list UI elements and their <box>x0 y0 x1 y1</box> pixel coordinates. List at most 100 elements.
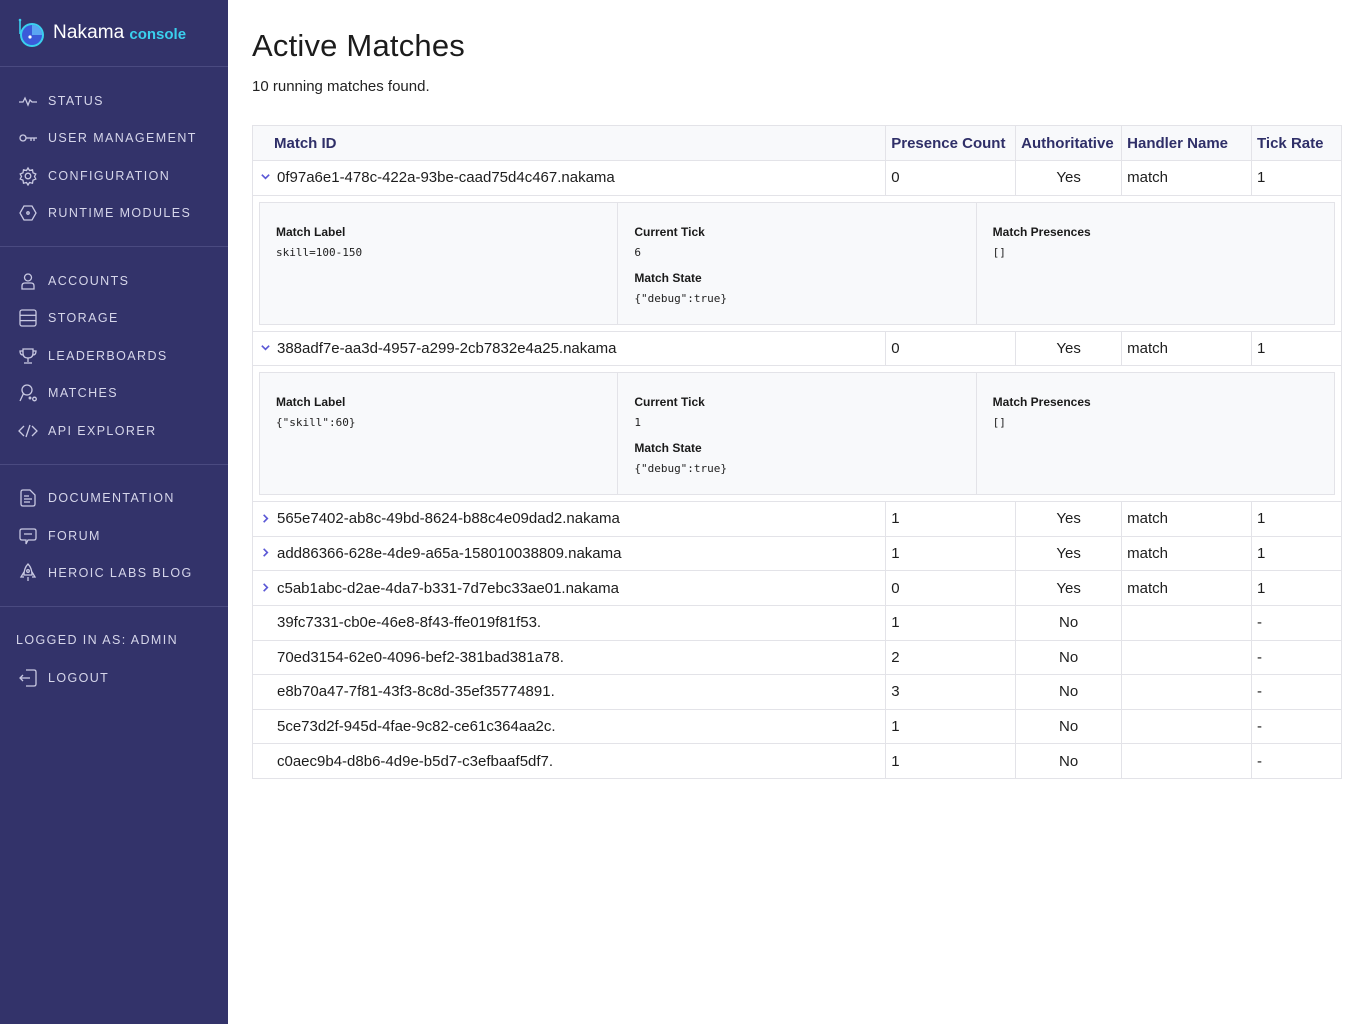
user-icon <box>18 271 38 291</box>
tick-rate-cell: 1 <box>1251 501 1342 537</box>
match-presences-value: [] <box>992 416 1006 430</box>
code-icon <box>18 421 38 441</box>
key-icon <box>18 128 38 148</box>
authoritative-cell: Yes <box>1015 160 1123 196</box>
match-id: 0f97a6e1-478c-422a-93be-caad75d4c467.nak… <box>277 169 615 187</box>
match-id-cell[interactable]: 0f97a6e1-478c-422a-93be-caad75d4c467.nak… <box>251 160 887 196</box>
tick-rate-cell: 1 <box>1251 330 1342 367</box>
tick-rate-cell: - <box>1251 708 1342 745</box>
handler-name-cell <box>1121 639 1253 676</box>
logout-label: LOGOUT <box>48 670 110 685</box>
match-id: 70ed3154-62e0-4096-bef2-381bad381a78. <box>277 648 564 666</box>
page-title: Active Matches <box>252 28 465 63</box>
nav-group-data: ACCOUNTS STORAGE LEADERBOARDS MATCHES AP… <box>0 247 228 465</box>
presence-count-cell: 1 <box>885 501 1017 537</box>
chevron-right-icon[interactable] <box>257 513 273 527</box>
match-label-heading: Match Label <box>276 224 346 239</box>
match-detail-cell: Match Label {"skill":60} Current Tick 1 Matc… <box>252 365 1342 503</box>
sidebar-item-status[interactable]: STATUS <box>0 82 228 120</box>
handler-name-cell: match <box>1121 330 1253 367</box>
database-icon <box>18 308 38 328</box>
table-row[interactable]: 388adf7e-aa3d-4957-a299-2cb7832e4a25.nak… <box>251 330 1342 367</box>
column-header-match-id[interactable]: Match ID <box>251 125 887 161</box>
column-header-presence-count[interactable]: Presence Count <box>885 125 1017 161</box>
table-row[interactable]: 565e7402-ab8c-49bd-8624-b88c4e09dad2.nak… <box>251 501 1342 537</box>
chevron-down-icon[interactable] <box>257 171 273 185</box>
matches-table: Match ID Presence Count Authoritative Ha… <box>251 125 1342 779</box>
table-row: e8b70a47-7f81-43f3-8c8d-35ef35774891. 3 No… <box>251 674 1342 710</box>
sidebar-item-leaderboards[interactable]: LEADERBOARDS <box>0 337 228 375</box>
presence-count-cell: 1 <box>885 708 1017 745</box>
handler-name-cell <box>1121 708 1253 745</box>
column-header-handler-name[interactable]: Handler Name <box>1121 125 1253 161</box>
table-row: c0aec9b4-d8b6-4d9e-b5d7-c3efbaaf5df7. 1 No… <box>251 743 1342 779</box>
match-id: 565e7402-ab8c-49bd-8624-b88c4e09dad2.nak… <box>277 510 620 528</box>
sidebar-item-storage[interactable]: STORAGE <box>0 300 228 338</box>
table-row[interactable]: c5ab1abc-d2ae-4da7-b331-7d7ebc33ae01.nak… <box>251 570 1342 606</box>
sidebar-item-configuration[interactable]: CONFIGURATION <box>0 157 228 195</box>
authoritative-cell: Yes <box>1015 330 1123 367</box>
match-id-cell[interactable]: 388adf7e-aa3d-4957-a299-2cb7832e4a25.nak… <box>251 330 887 367</box>
match-state-heading: Match State <box>634 270 702 285</box>
match-detail-panel: Match Label skill=100-150 Current Tick 6 Mat… <box>259 201 1335 325</box>
authoritative-cell: Yes <box>1015 535 1123 572</box>
match-presences-value: [] <box>992 245 1006 259</box>
sidebar-item-runtime-modules[interactable]: RUNTIME MODULES <box>0 195 228 233</box>
tick-rate-cell: 1 <box>1251 535 1342 572</box>
logout-icon <box>18 668 38 688</box>
match-id-cell[interactable]: 565e7402-ab8c-49bd-8624-b88c4e09dad2.nak… <box>251 501 887 537</box>
brand-sub: console <box>129 26 187 43</box>
match-id: 5ce73d2f-945d-4fae-9c82-ce61c364aa2c. <box>277 718 556 736</box>
brand[interactable]: Nakama console <box>0 0 228 67</box>
tick-rate-cell: - <box>1251 604 1342 641</box>
handler-name-cell: match <box>1121 570 1253 606</box>
chevron-right-icon[interactable] <box>257 547 273 561</box>
column-header-tick-rate[interactable]: Tick Rate <box>1251 125 1342 161</box>
sidebar-item-label: LEADERBOARDS <box>48 348 168 363</box>
nav-group-server: STATUS USER MANAGEMENT CONFIGURATION RUN… <box>0 67 228 247</box>
match-detail-cell: Match Label skill=100-150 Current Tick 6 Mat… <box>252 194 1342 332</box>
table-row[interactable]: add86366-628e-4de9-a65a-158010038809.nak… <box>251 535 1342 572</box>
column-header-authoritative[interactable]: Authoritative <box>1015 125 1123 161</box>
match-state-value: {"debug":true} <box>634 462 728 476</box>
nakama-logo-icon <box>18 18 44 47</box>
table-row[interactable]: 0f97a6e1-478c-422a-93be-caad75d4c467.nak… <box>251 160 1342 196</box>
presence-count-cell: 0 <box>885 160 1017 196</box>
sidebar-item-label: STORAGE <box>48 311 119 326</box>
presence-count-cell: 0 <box>885 570 1017 606</box>
match-count-text: 10 running matches found. <box>252 78 430 95</box>
sidebar-item-accounts[interactable]: ACCOUNTS <box>0 262 228 300</box>
match-id-cell: 5ce73d2f-945d-4fae-9c82-ce61c364aa2c. <box>251 708 887 745</box>
nav-group-resources: DOCUMENTATION FORUM HEROIC LABS BLOG <box>0 465 228 607</box>
sidebar-item-api-explorer[interactable]: API EXPLORER <box>0 412 228 450</box>
match-presences-section: Match Presences [] <box>977 373 1334 494</box>
match-id-cell[interactable]: add86366-628e-4de9-a65a-158010038809.nak… <box>251 535 887 572</box>
sidebar-item-label: RUNTIME MODULES <box>48 206 192 221</box>
table-row: 39fc7331-cb0e-46e8-8f43-ffe019f81f53. 1 No… <box>251 604 1342 641</box>
match-detail-row: Match Label skill=100-150 Current Tick 6 Mat… <box>252 194 1342 332</box>
match-presences-section: Match Presences [] <box>977 203 1334 324</box>
sidebar-item-label: API EXPLORER <box>48 423 157 438</box>
current-tick-heading: Current Tick <box>634 224 705 239</box>
authoritative-cell: No <box>1015 604 1123 641</box>
sidebar-item-user-management[interactable]: USER MANAGEMENT <box>0 120 228 158</box>
sidebar-item-matches[interactable]: MATCHES <box>0 375 228 413</box>
match-id-cell: c0aec9b4-d8b6-4d9e-b5d7-c3efbaaf5df7. <box>251 743 887 779</box>
nav-group-account: LOGOUT <box>0 659 228 697</box>
chevron-right-icon[interactable] <box>257 582 273 596</box>
logout-button[interactable]: LOGOUT <box>0 659 228 697</box>
chat-icon <box>18 526 38 546</box>
handler-name-cell: match <box>1121 160 1253 196</box>
match-id-cell: e8b70a47-7f81-43f3-8c8d-35ef35774891. <box>251 674 887 710</box>
sidebar-item-documentation[interactable]: DOCUMENTATION <box>0 480 228 518</box>
presence-count-cell: 1 <box>885 604 1017 641</box>
activity-icon <box>18 91 38 111</box>
presence-count-cell: 1 <box>885 743 1017 779</box>
match-id-cell[interactable]: c5ab1abc-d2ae-4da7-b331-7d7ebc33ae01.nak… <box>251 570 887 606</box>
match-tick-state-section: Current Tick 1 Match State {"debug":true} <box>618 373 977 495</box>
gear-icon <box>18 166 38 186</box>
chevron-down-icon[interactable] <box>257 342 273 356</box>
table-row: 5ce73d2f-945d-4fae-9c82-ce61c364aa2c. 1 No… <box>251 708 1342 745</box>
sidebar-item-heroic-labs-blog[interactable]: HEROIC LABS BLOG <box>0 555 228 593</box>
sidebar-item-forum[interactable]: FORUM <box>0 517 228 555</box>
